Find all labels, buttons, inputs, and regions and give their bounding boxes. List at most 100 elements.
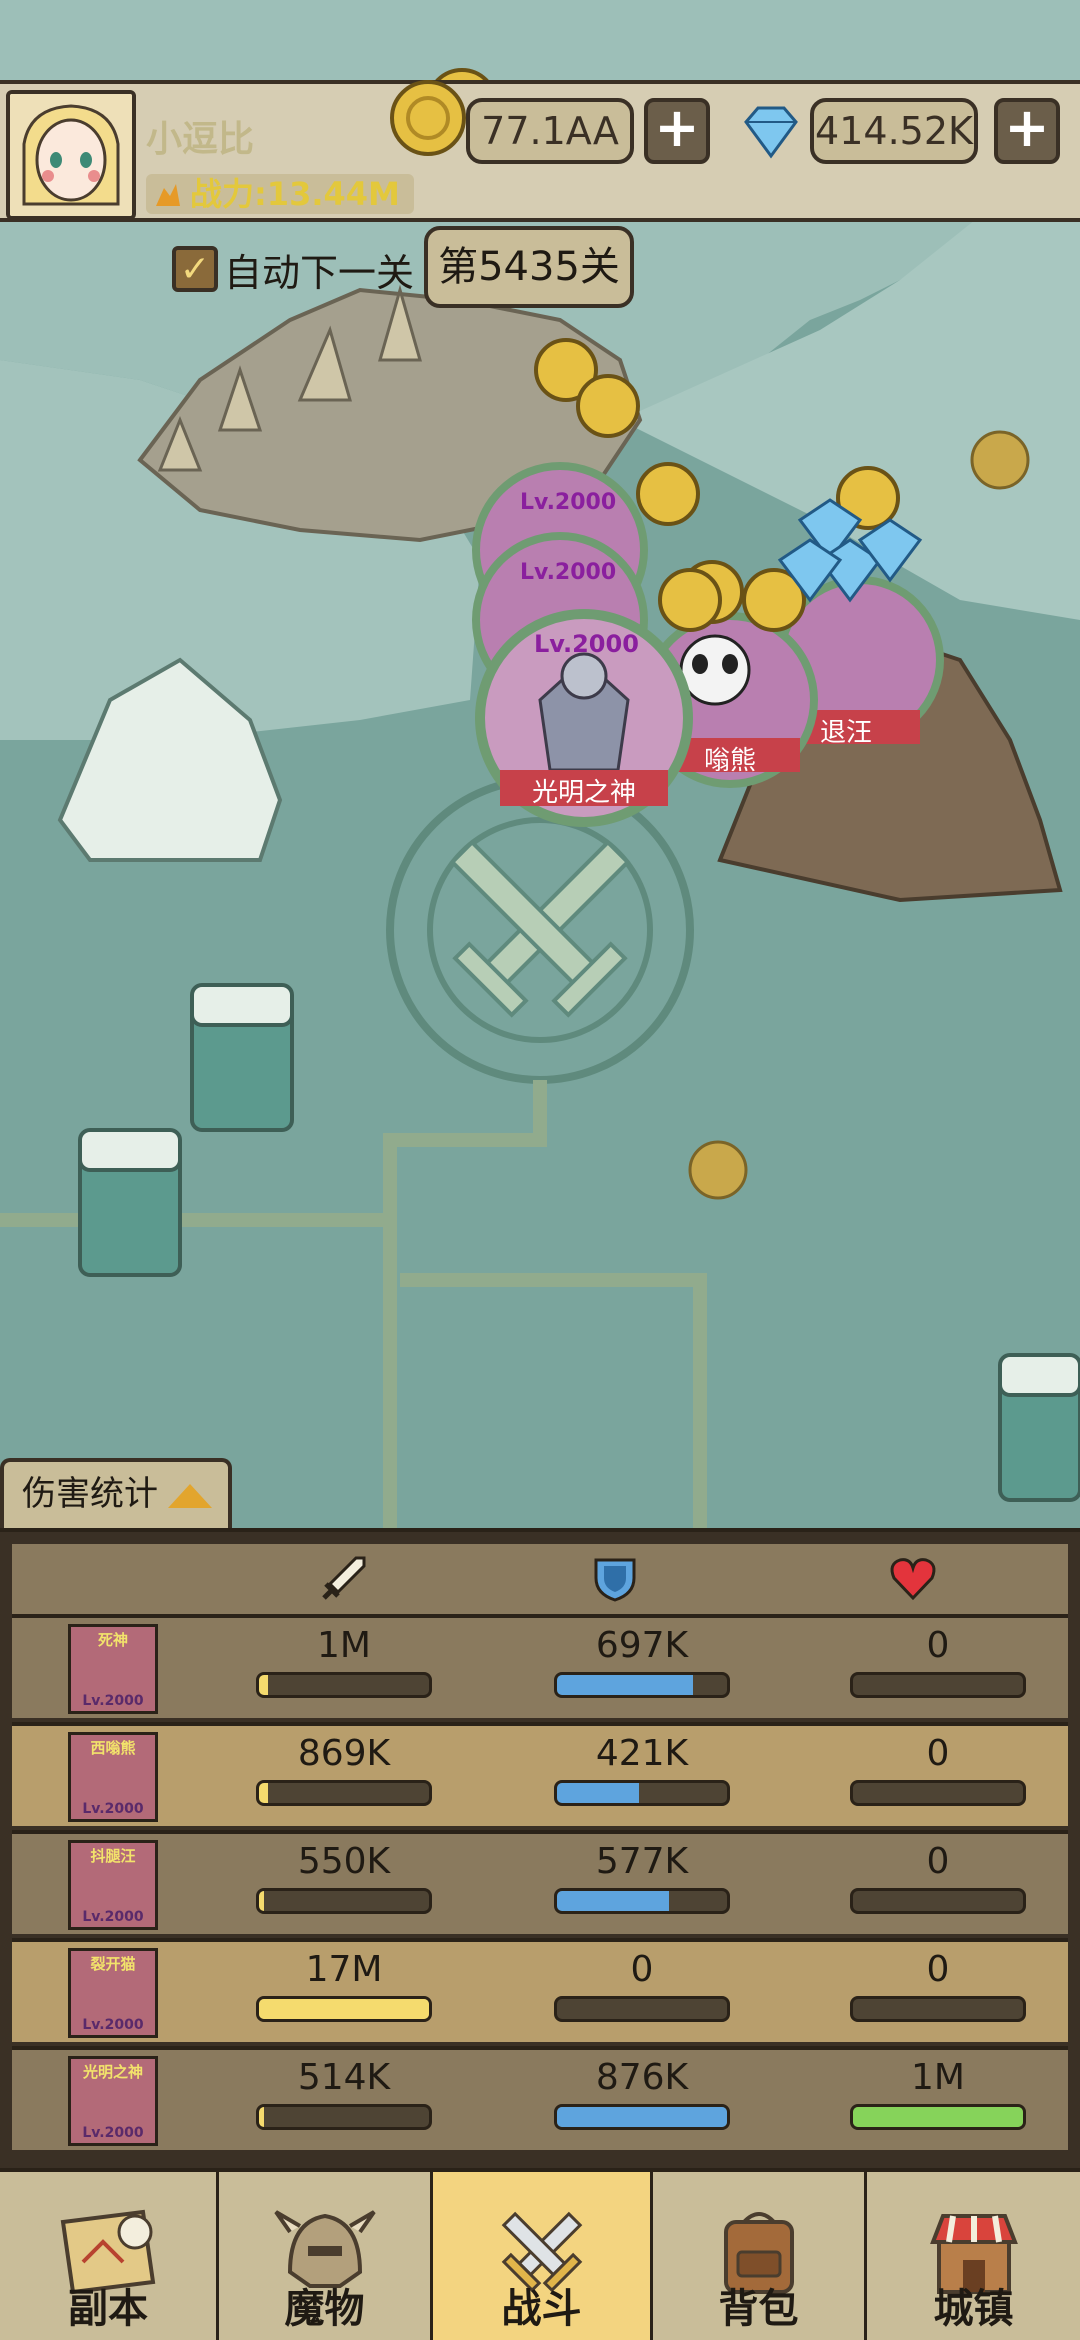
- hero-portrait-liekaimao[interactable]: 裂开猫 Lv.2000: [68, 1948, 158, 2038]
- diamond-drops-icon: [777, 498, 923, 603]
- damage-dealt-cell: 514K: [254, 2056, 434, 2130]
- damage-taken-bar: [554, 1672, 730, 1698]
- nav-label: 副本: [68, 2286, 148, 2332]
- collapse-arrow-icon: [168, 1484, 212, 1508]
- avatar-portrait-icon: [10, 94, 132, 216]
- damage-dealt-value: 17M: [305, 1949, 383, 1990]
- nav-label: 魔物: [284, 2286, 365, 2332]
- combat-power: 战力:13.44M: [146, 174, 414, 214]
- hero-level: Lv.2000: [82, 1801, 144, 1817]
- unit-level-1: Lv.2000: [520, 490, 617, 515]
- damage-taken-value: 697K: [595, 1625, 689, 1666]
- damage-stats-label: 伤害统计: [22, 1474, 158, 1514]
- auto-next-label: 自动下一关: [224, 250, 415, 295]
- hero-name: 抖腿汪: [90, 1847, 136, 1865]
- bottom-nav: 副本 魔物 战斗 背包 城镇: [0, 2168, 1080, 2340]
- damage-dealt-bar: [256, 2104, 432, 2130]
- damage-dealt-bar: [256, 1888, 432, 1914]
- hero-portrait-sishen[interactable]: 死神 Lv.2000: [68, 1624, 158, 1714]
- hero-portrait-guangmingzhishen[interactable]: 光明之神 Lv.2000: [68, 2056, 158, 2146]
- hero-level: Lv.2000: [82, 2017, 144, 2033]
- damage-taken-cell: 421K: [552, 1732, 732, 1806]
- auto-next-toggle[interactable]: ✓ 自动下一关: [172, 246, 414, 295]
- nav-battle[interactable]: 战斗: [430, 2172, 650, 2340]
- damage-dealt-bar: [256, 1996, 432, 2022]
- unit-name-wengxiong: 嗡熊: [703, 746, 756, 776]
- damage-dealt-cell: 869K: [254, 1732, 434, 1806]
- nav-backpack[interactable]: 背包: [650, 2172, 864, 2340]
- damage-dealt-cell: 1M: [254, 1624, 434, 1698]
- nav-dungeon[interactable]: 副本: [0, 2172, 216, 2340]
- player-avatar[interactable]: [6, 90, 136, 220]
- hero-level: Lv.2000: [82, 1693, 144, 1709]
- gold-amount: 77.1AA: [466, 98, 634, 164]
- healing-cell: 0: [848, 1732, 1028, 1806]
- add-diamond-button[interactable]: +: [994, 98, 1060, 164]
- healing-value: 1M: [911, 2057, 965, 2098]
- nav-town[interactable]: 城镇: [864, 2172, 1080, 2340]
- damage-stats-tab[interactable]: 伤害统计: [0, 1458, 232, 1528]
- damage-taken-cell: 577K: [552, 1840, 732, 1914]
- damage-dealt-value: 514K: [297, 2057, 391, 2098]
- healing-cell: 1M: [848, 2056, 1028, 2130]
- damage-taken-value: 421K: [595, 1733, 689, 1774]
- stat-row-guangmingzhishen: 光明之神 Lv.2000 514K 876K 1M: [12, 2046, 1068, 2150]
- stat-row-doutuiwang: 抖腿汪 Lv.2000 550K 577K 0: [12, 1830, 1068, 1934]
- stats-header-row: [12, 1544, 1068, 1614]
- damage-dealt-bar: [256, 1672, 432, 1698]
- power-icon: [156, 184, 180, 206]
- nav-label: 城镇: [933, 2286, 1014, 2332]
- nav-label: 背包: [718, 2286, 799, 2332]
- nav-monsters[interactable]: 魔物: [216, 2172, 430, 2340]
- add-gold-button[interactable]: +: [644, 98, 710, 164]
- damage-stats-panel: 死神 Lv.2000 1M 697K 0 西嗡熊 Lv.2000 869K 42…: [0, 1528, 1080, 2168]
- unit-level-3: Lv.2000: [534, 630, 639, 658]
- unit-name-guangmingzhishen: 光明之神: [531, 778, 636, 808]
- hero-level: Lv.2000: [82, 2125, 144, 2141]
- hero-name: 裂开猫: [90, 1955, 136, 1973]
- healing-bar: [850, 1888, 1026, 1914]
- hero-name: 死神: [97, 1631, 128, 1649]
- damage-taken-value: 876K: [595, 2057, 689, 2098]
- player-name: 小逗比: [146, 119, 255, 160]
- auto-next-checkbox[interactable]: ✓: [172, 246, 218, 292]
- player-header: 小逗比 战力:13.44M 77.1AA + 414.52K +: [0, 80, 1080, 222]
- damage-taken-bar: [554, 1780, 730, 1806]
- healing-value: 0: [926, 1733, 950, 1774]
- stat-row-xiwengxiong: 西嗡熊 Lv.2000 869K 421K 0: [12, 1722, 1068, 1826]
- damage-taken-cell: 876K: [552, 2056, 732, 2130]
- damage-taken-cell: 697K: [552, 1624, 732, 1698]
- damage-dealt-value: 1M: [317, 1625, 371, 1666]
- damage-taken-bar: [554, 2104, 730, 2130]
- hero-level: Lv.2000: [82, 1909, 144, 1925]
- diamond-amount: 414.52K: [810, 98, 978, 164]
- damage-taken-bar: [554, 1888, 730, 1914]
- damage-dealt-cell: 17M: [254, 1948, 434, 2022]
- hero-name: 西嗡熊: [90, 1739, 136, 1757]
- heart-icon: [890, 1558, 936, 1601]
- healing-value: 0: [926, 1841, 950, 1882]
- damage-dealt-value: 869K: [297, 1733, 391, 1774]
- hero-name: 光明之神: [82, 2063, 143, 2081]
- hero-portrait-xiwengxiong[interactable]: 西嗡熊 Lv.2000: [68, 1732, 158, 1822]
- nav-label: 战斗: [501, 2286, 582, 2332]
- sword-icon: [322, 1556, 366, 1600]
- stage-number-button[interactable]: 第5435关: [424, 226, 634, 308]
- damage-taken-value: 577K: [595, 1841, 689, 1882]
- unit-level-2: Lv.2000: [520, 560, 617, 585]
- stat-row-liekaimao: 裂开猫 Lv.2000 17M 0 0: [12, 1938, 1068, 2042]
- damage-dealt-value: 550K: [297, 1841, 391, 1882]
- damage-dealt-cell: 550K: [254, 1840, 434, 1914]
- healing-value: 0: [926, 1949, 950, 1990]
- hero-portrait-doutuiwang[interactable]: 抖腿汪 Lv.2000: [68, 1840, 158, 1930]
- unit-name-tuiwang: 退汪: [819, 718, 872, 748]
- healing-cell: 0: [848, 1624, 1028, 1698]
- healing-bar: [850, 2104, 1026, 2130]
- healing-value: 0: [926, 1625, 950, 1666]
- damage-taken-bar: [554, 1996, 730, 2022]
- shield-icon: [594, 1558, 636, 1602]
- healing-bar: [850, 1672, 1026, 1698]
- healing-bar: [850, 1780, 1026, 1806]
- damage-taken-cell: 0: [552, 1948, 732, 2022]
- stat-row-sishen: 死神 Lv.2000 1M 697K 0: [12, 1614, 1068, 1718]
